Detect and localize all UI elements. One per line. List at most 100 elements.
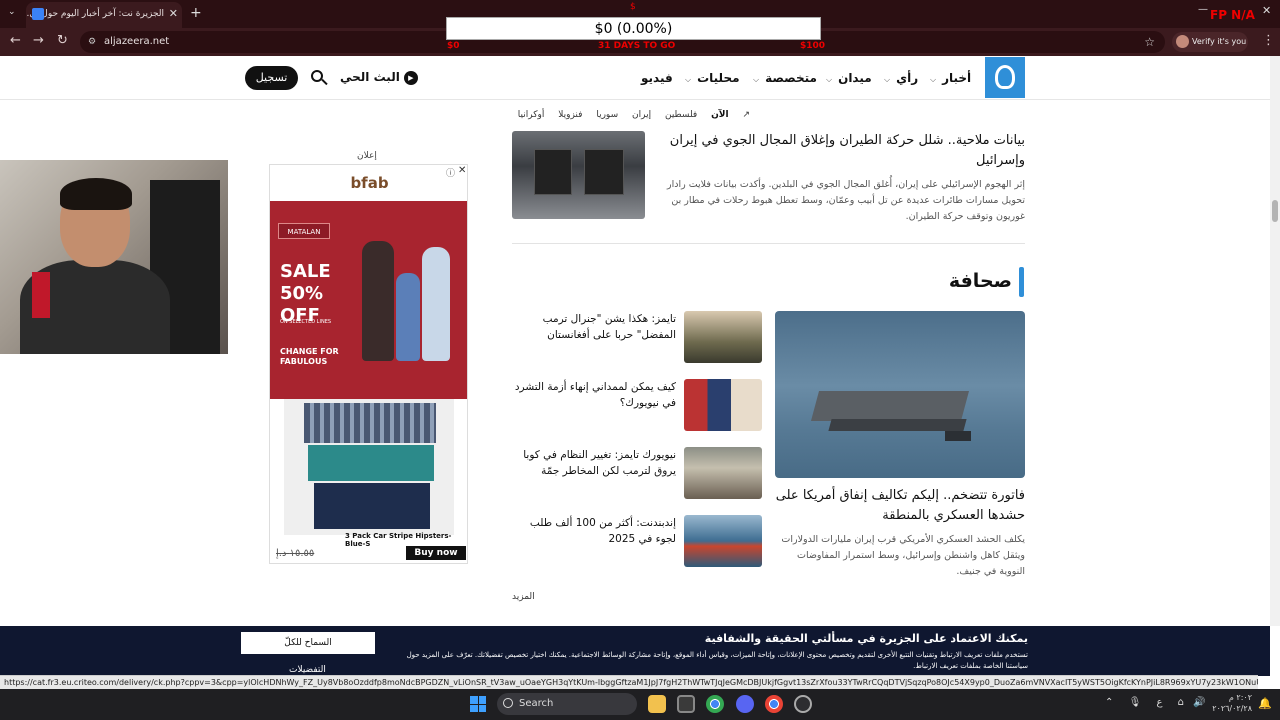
ad-product-image[interactable] bbox=[284, 399, 454, 535]
ad-banner[interactable]: MATALAN SALE 50% OFF ON SELECTED LINES C… bbox=[270, 201, 467, 399]
forward-icon[interactable]: → bbox=[33, 33, 44, 48]
site-header bbox=[0, 56, 1270, 100]
ad-buy-button[interactable]: Buy now bbox=[406, 546, 466, 560]
article-thumbnail[interactable] bbox=[684, 447, 762, 499]
windows-start-icon[interactable] bbox=[470, 696, 486, 712]
list-item[interactable]: إندبندنت: أكثر من 100 ألف طلب لجوء في 20… bbox=[512, 515, 762, 571]
main-article-description: يكلف الحشد العسكري الأمريكي قرب إيران مل… bbox=[781, 534, 1025, 577]
chevron-down-icon: ⌵ bbox=[884, 75, 891, 84]
menu-label: متخصصة bbox=[765, 71, 817, 85]
chevron-down-icon: ⌵ bbox=[685, 75, 692, 84]
ad-model-image bbox=[396, 273, 420, 361]
menu-label: رأي bbox=[896, 71, 919, 85]
trending-bar: ↗ الآن فلسطين إيران سوريا فنزويلا أوكران… bbox=[518, 110, 750, 120]
ad-close-icon[interactable]: ✕ bbox=[458, 165, 466, 176]
list-item-title[interactable]: كيف يمكن لممداني إنهاء أزمة التشرد في ني… bbox=[512, 379, 676, 411]
back-icon[interactable]: ← bbox=[10, 33, 21, 48]
chevron-down-icon: ⌵ bbox=[930, 75, 937, 84]
cookie-title: يمكنك الاعتماد على الجزيرة في مسألتي الح… bbox=[704, 632, 1028, 645]
article-thumbnail[interactable] bbox=[684, 379, 762, 431]
system-tray[interactable]: ⌃ 🎙 ع ⌂ 🔊 bbox=[1105, 697, 1206, 708]
page-scrollbar[interactable] bbox=[1270, 56, 1280, 626]
taskbar-search-input[interactable]: Search bbox=[497, 693, 637, 715]
trending-item[interactable]: فلسطين bbox=[665, 110, 697, 120]
volume-icon[interactable]: 🔊 bbox=[1193, 697, 1205, 708]
trending-item[interactable]: أوكرانيا bbox=[518, 110, 545, 120]
file-explorer-icon[interactable] bbox=[648, 695, 666, 713]
notification-icon[interactable]: 🔔 bbox=[1258, 697, 1272, 710]
article-image-departures-board[interactable] bbox=[512, 131, 645, 219]
chrome-icon[interactable] bbox=[706, 695, 724, 713]
minimize-icon[interactable]: — bbox=[1198, 4, 1208, 15]
tab-list-chevron-icon[interactable]: ⌄ bbox=[8, 7, 16, 17]
taskbar-clock[interactable]: ٢:٠٢ م ٢٠٢٦/٠٢/٢٨ bbox=[1212, 692, 1252, 714]
ad-info-icon[interactable]: ⓘ bbox=[446, 166, 455, 179]
tab-title: الجزيرة نت: آخر أخبار اليوم حول ال... bbox=[26, 9, 164, 19]
list-item-title[interactable]: نيويورك تايمز: تغيير النظام في كوبا يروق… bbox=[512, 447, 676, 479]
browser-tab[interactable]: الجزيرة نت: آخر أخبار اليوم حول ال... ✕ bbox=[26, 2, 182, 28]
overlay-right-value: $100 bbox=[800, 41, 826, 51]
trending-item[interactable]: سوريا bbox=[596, 110, 618, 120]
menu-label: محليات bbox=[697, 71, 740, 85]
menu-item-opinion[interactable]: رأي ⌵ bbox=[884, 71, 918, 85]
menu-item-video[interactable]: فيديو bbox=[641, 71, 673, 85]
discord-icon[interactable] bbox=[736, 695, 754, 713]
menu-label: فيديو bbox=[641, 71, 673, 85]
list-item[interactable]: تايمز: هكذا يشن "جنرال ترمب المفضل" حربا… bbox=[512, 311, 762, 367]
menu-item-local[interactable]: محليات ⌵ bbox=[685, 71, 740, 85]
article-description: إثر الهجوم الإسرائيلي على إيران، أُغلق ا… bbox=[667, 179, 1025, 222]
browser-menu-icon[interactable]: ⋮ bbox=[1262, 33, 1275, 48]
tab-close-icon[interactable]: ✕ bbox=[169, 2, 178, 26]
cookie-text: تستخدم ملفات تعريف الارتباط وتقنيات التت… bbox=[406, 651, 1028, 670]
menu-label: أخبار bbox=[942, 71, 972, 85]
trending-item[interactable]: إيران bbox=[632, 110, 651, 120]
section-title[interactable]: صحافة bbox=[900, 270, 1012, 292]
aljazeera-logo-icon[interactable] bbox=[985, 57, 1025, 98]
live-label: البث الحي bbox=[340, 70, 400, 84]
menu-item-field[interactable]: ميدان ⌵ bbox=[826, 71, 872, 85]
mic-icon[interactable]: 🎙 bbox=[1129, 697, 1142, 708]
network-icon[interactable]: ⌂ bbox=[1178, 697, 1184, 708]
language-indicator[interactable]: ع bbox=[1156, 697, 1162, 708]
new-tab-button[interactable]: + bbox=[190, 5, 202, 21]
search-icon bbox=[503, 698, 513, 708]
more-link[interactable]: المزيد bbox=[512, 592, 535, 602]
obs-icon[interactable] bbox=[794, 695, 812, 713]
main-article-title[interactable]: فاتورة تتضخم.. إليكم تكاليف إنفاق أمريكا… bbox=[775, 486, 1025, 526]
trending-item[interactable]: فنزويلا bbox=[558, 110, 582, 120]
article-thumbnail[interactable] bbox=[684, 515, 762, 567]
signup-button[interactable]: تسجيل bbox=[245, 66, 298, 90]
reload-icon[interactable]: ↻ bbox=[57, 33, 68, 48]
live-stream-button[interactable]: ▶البث الحي bbox=[340, 70, 418, 85]
overlay-middle-label: 31 DAYS TO GO bbox=[598, 41, 676, 51]
overlay-left-value: $0 bbox=[447, 41, 460, 51]
list-item[interactable]: كيف يمكن لممداني إنهاء أزمة التشرد في ني… bbox=[512, 379, 762, 435]
taskbar-search-label: Search bbox=[519, 698, 554, 709]
ad-brand[interactable]: bfab bbox=[270, 165, 467, 201]
bookmark-star-icon[interactable]: ☆ bbox=[1144, 31, 1155, 53]
scrollbar-thumb[interactable] bbox=[1272, 200, 1278, 222]
menu-item-news[interactable]: أخبار ⌵ bbox=[930, 71, 971, 85]
article-title[interactable]: بيانات ملاحية.. شلل حركة الطيران وإغلاق … bbox=[655, 131, 1025, 171]
ad-model-image bbox=[362, 241, 394, 361]
list-item-title[interactable]: تايمز: هكذا يشن "جنرال ترمب المفضل" حربا… bbox=[512, 311, 676, 343]
cookie-allow-all-button[interactable]: السماح للكلّ bbox=[241, 632, 375, 654]
article-thumbnail[interactable] bbox=[684, 311, 762, 363]
site-info-icon[interactable]: ⚙ bbox=[88, 31, 96, 53]
cookie-preferences-link[interactable]: التفضيلات bbox=[289, 665, 326, 675]
store-icon[interactable] bbox=[677, 695, 695, 713]
main-article-image-carrier[interactable] bbox=[775, 311, 1025, 478]
close-window-icon[interactable]: ✕ bbox=[1262, 4, 1271, 17]
list-item-title[interactable]: إندبندنت: أكثر من 100 ألف طلب لجوء في 20… bbox=[512, 515, 676, 547]
chrome-active-icon[interactable] bbox=[765, 695, 783, 713]
profile-verify-button[interactable]: Verify it's you bbox=[1172, 32, 1248, 52]
overlay-amount: $0 (0.00%) bbox=[446, 17, 821, 40]
list-item[interactable]: نيويورك تايمز: تغيير النظام في كوبا يروق… bbox=[512, 447, 762, 503]
advertisement[interactable]: bfab ⓘ ✕ MATALAN SALE 50% OFF ON SELECTE… bbox=[269, 164, 468, 564]
search-icon[interactable] bbox=[311, 70, 328, 86]
verify-label: Verify it's you bbox=[1192, 37, 1247, 46]
divider bbox=[512, 243, 1025, 244]
menu-item-specialized[interactable]: متخصصة ⌵ bbox=[753, 71, 817, 85]
ad-model-image bbox=[422, 247, 450, 361]
tray-expand-icon[interactable]: ⌃ bbox=[1105, 697, 1113, 708]
